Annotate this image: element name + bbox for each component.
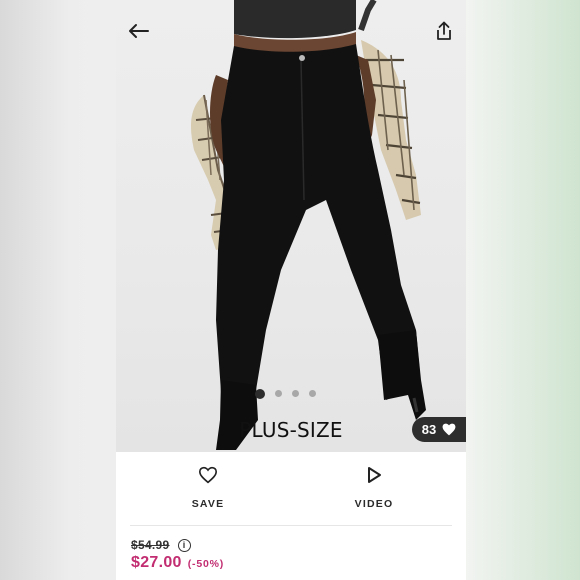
share-button[interactable]	[429, 16, 459, 46]
video-button[interactable]: VIDEO	[334, 466, 414, 510]
arrow-left-icon	[129, 24, 149, 38]
save-button[interactable]: SAVE	[168, 466, 248, 510]
carousel-dot[interactable]	[274, 390, 282, 397]
product-photo	[191, 0, 426, 450]
likes-button[interactable]: 83	[412, 417, 466, 442]
video-label: VIDEO	[354, 498, 394, 510]
discount-badge: (-50%)	[187, 558, 225, 570]
original-price: $54.99	[131, 538, 170, 552]
carousel-dot[interactable]	[291, 390, 299, 397]
product-photo-carousel[interactable]: PLUS-SIZE 83	[116, 0, 466, 452]
carousel-dot[interactable]	[254, 389, 265, 399]
save-label: SAVE	[191, 498, 225, 510]
carousel-indicators	[116, 389, 466, 399]
back-button[interactable]	[123, 16, 153, 46]
original-price-row: $54.99 i	[131, 538, 224, 552]
product-listing-screen: PLUS-SIZE 83 SAVE VIDEO $54.99 i $27.00 …	[116, 0, 466, 580]
divider	[130, 525, 452, 526]
action-bar: SAVE VIDEO	[116, 452, 466, 526]
heart-icon	[442, 423, 456, 436]
sale-price: $27.00	[131, 554, 182, 571]
sale-price-row: $27.00 (-50%)	[131, 554, 224, 572]
share-icon	[437, 21, 451, 40]
info-icon[interactable]: i	[177, 538, 191, 552]
likes-count: 83	[421, 422, 437, 437]
play-icon	[368, 467, 381, 483]
price-block: $54.99 i $27.00 (-50%)	[131, 538, 224, 572]
heart-outline-icon	[198, 466, 218, 484]
carousel-dot[interactable]	[308, 390, 316, 397]
